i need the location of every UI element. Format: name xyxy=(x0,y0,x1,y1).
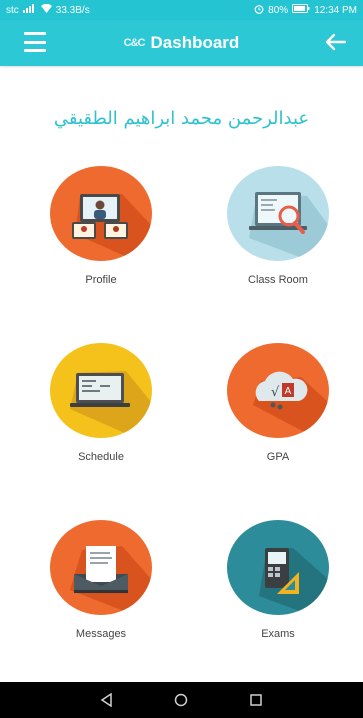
circle-home-icon xyxy=(175,693,188,707)
messages-label: Messages xyxy=(75,628,127,640)
profile-label: Profile xyxy=(85,274,117,286)
triangle-back-icon xyxy=(100,693,112,707)
schedule-label: Schedule xyxy=(78,451,124,463)
menu-button[interactable] xyxy=(24,32,46,52)
app-bar: C&C Dashboard xyxy=(0,20,363,66)
classroom-tile[interactable]: Class Room xyxy=(208,166,348,286)
signal-icon xyxy=(22,4,37,16)
battery-percent: 80% xyxy=(268,4,289,16)
alarm-icon xyxy=(254,4,264,17)
arrow-left-icon xyxy=(325,33,346,51)
app-title: C&C Dashboard xyxy=(124,33,240,53)
network-speed: 33.3B/s xyxy=(55,4,90,16)
schedule-tile[interactable]: Schedule xyxy=(31,343,171,463)
clock: 12:34 PM xyxy=(314,4,357,16)
messages-tile[interactable]: Messages xyxy=(31,520,171,640)
svg-text:√: √ xyxy=(271,385,280,400)
battery-icon xyxy=(292,4,310,16)
svg-text:A: A xyxy=(285,386,292,397)
menu-icon-line xyxy=(24,40,46,44)
carrier-label: stc xyxy=(6,4,19,16)
exams-icon xyxy=(227,520,329,615)
nav-recents-button[interactable] xyxy=(242,686,270,714)
system-nav-bar xyxy=(0,682,363,718)
exams-label: Exams xyxy=(261,628,295,640)
profile-tile[interactable]: Profile xyxy=(31,166,171,286)
wifi-icon xyxy=(40,3,52,16)
menu-icon-line xyxy=(24,32,46,35)
nav-back-button[interactable] xyxy=(93,686,121,714)
square-recents-icon xyxy=(250,694,262,706)
status-bar: stc 33.3B/s 80% 12:34 PM xyxy=(0,0,363,20)
profile-icon xyxy=(50,166,152,261)
nav-home-button[interactable] xyxy=(167,686,195,714)
page-title: Dashboard xyxy=(150,33,240,52)
gpa-icon: √ A xyxy=(227,343,329,438)
classroom-label: Class Room xyxy=(248,274,308,286)
exams-tile[interactable]: Exams xyxy=(208,520,348,640)
classroom-icon xyxy=(227,166,329,261)
menu-icon-line xyxy=(24,49,46,52)
schedule-icon xyxy=(50,343,152,438)
messages-icon xyxy=(50,520,152,615)
back-button[interactable] xyxy=(319,26,351,58)
gpa-tile[interactable]: √ A GPA xyxy=(208,343,348,463)
app-logo: C&C xyxy=(123,37,146,49)
gpa-label: GPA xyxy=(266,451,290,463)
user-name: عبدالرحمن محمد ابراهيم الطقيقي xyxy=(53,108,310,129)
